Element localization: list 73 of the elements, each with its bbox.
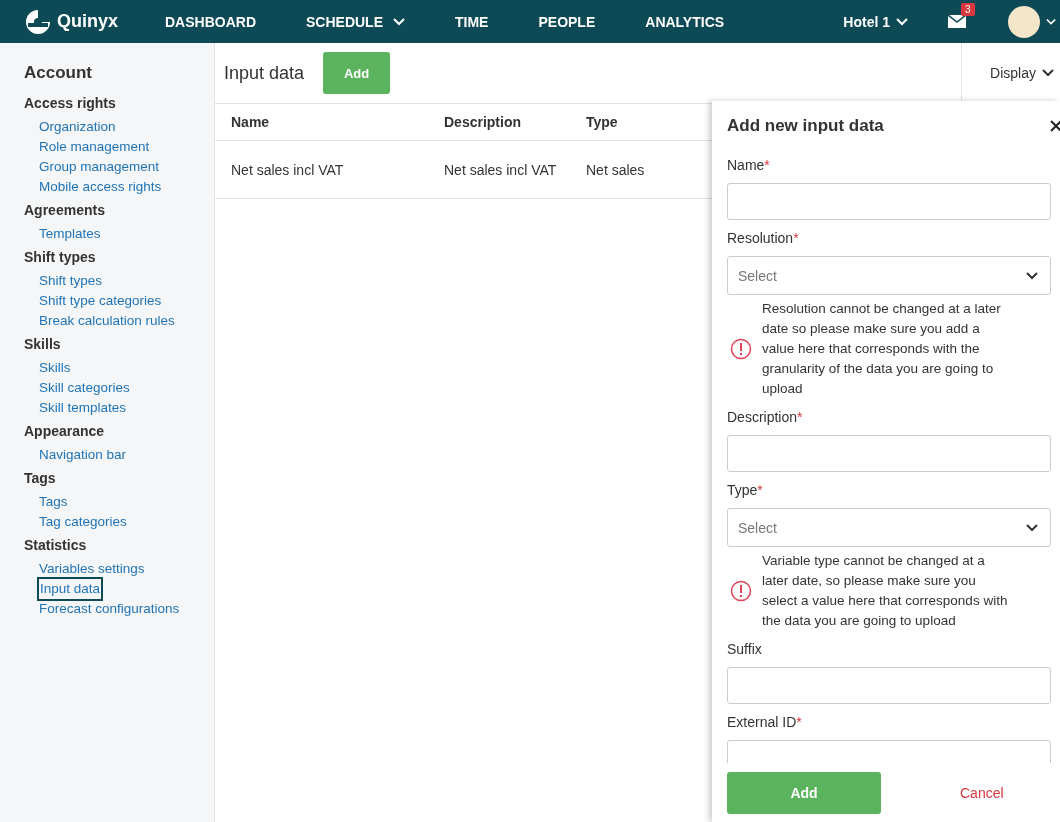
field-label: Suffix: [727, 641, 762, 657]
field-label: Resolution: [727, 230, 794, 246]
section-heading: Tags: [24, 470, 56, 486]
section-heading: Skills: [24, 336, 61, 352]
nav-link[interactable]: PEOPLE: [538, 13, 596, 30]
required-mark: *: [796, 714, 802, 730]
table-cell-text: Net sales: [585, 161, 646, 178]
logo-icon: [25, 8, 51, 35]
input-field[interactable]: [727, 435, 1051, 472]
sidebar-link[interactable]: Skill templates: [39, 398, 127, 418]
section-heading: Shift types: [24, 249, 96, 265]
warning-text: Variable type cannot be changed at a later date, so please make sure you select a value here that corresponds with the data you are going to upload: [762, 552, 1009, 630]
cancel-link[interactable]: Cancel: [960, 785, 1004, 801]
nav-link[interactable]: ANALYTICS: [645, 13, 725, 30]
page-title: Input data: [224, 62, 305, 84]
close-icon[interactable]: [1050, 120, 1060, 132]
sidebar-link[interactable]: Shift types: [39, 271, 103, 291]
sidebar-link[interactable]: Organization: [39, 117, 116, 137]
brand-name: Quinyx: [57, 11, 118, 32]
chevron-icon: [1026, 523, 1038, 532]
section-heading: Statistics: [24, 537, 87, 553]
add-button[interactable]: Add: [323, 52, 391, 94]
sidebar-title: Account: [24, 63, 93, 83]
section-heading: Access rights: [24, 95, 116, 111]
field-label: Description: [727, 409, 798, 425]
required-mark: *: [797, 409, 803, 425]
column-header: Type: [585, 114, 619, 130]
sidebar-link[interactable]: Break calculation rules: [39, 311, 175, 331]
chevron-icon: [1042, 69, 1054, 77]
sidebar-link[interactable]: Skills: [39, 358, 71, 378]
column-header: Description: [443, 114, 522, 130]
nav-link[interactable]: SCHEDULE: [306, 13, 405, 30]
chevron-icon: [1026, 271, 1038, 280]
sidebar-link[interactable]: Shift type categories: [39, 291, 162, 311]
sidebar-link[interactable]: Tag categories: [39, 512, 127, 532]
add-button[interactable]: Add: [727, 772, 881, 814]
panel-title: Add new input data: [727, 116, 884, 136]
sidebar-link[interactable]: Variables settings: [39, 559, 145, 579]
chevron-icon: [896, 17, 908, 26]
sidebar-link[interactable]: Templates: [39, 224, 101, 244]
sidebar-link[interactable]: Role management: [39, 137, 150, 157]
required-mark: *: [757, 482, 763, 498]
warning-icon: [730, 580, 752, 602]
input-field[interactable]: [727, 183, 1051, 220]
warning-icon: [730, 338, 752, 360]
select-dropdown[interactable]: Select: [727, 508, 1051, 547]
notification-badge: 3: [961, 3, 975, 16]
sidebar-link[interactable]: Input data: [39, 579, 102, 599]
avatar[interactable]: [1008, 5, 1040, 38]
sidebar-link[interactable]: Group management: [39, 157, 160, 177]
column-header: Name: [230, 114, 271, 130]
sidebar-link[interactable]: Mobile access rights: [39, 177, 162, 197]
select-dropdown[interactable]: Select: [727, 256, 1051, 295]
required-mark: *: [793, 230, 799, 246]
mail-icon[interactable]: [948, 15, 966, 28]
required-mark: *: [764, 157, 770, 173]
sidebar-link[interactable]: Tags: [39, 492, 68, 512]
nav-link[interactable]: DASHBOARD: [165, 13, 256, 30]
input-field[interactable]: [727, 667, 1051, 704]
nav-link[interactable]: TIME: [455, 13, 489, 30]
unit-selector[interactable]: Hotel 1: [843, 13, 908, 30]
field-label: External ID: [727, 714, 797, 730]
table-cell-text: Net sales incl VAT: [230, 161, 345, 178]
warning-text: Resolution cannot be changed at a later date so please make sure you add a value here that corresponds with the granularity of the data you are going to upload: [762, 300, 1002, 398]
sidebar-link[interactable]: Navigation bar: [39, 445, 127, 465]
sidebar-link[interactable]: Skill categories: [39, 378, 130, 398]
field-label: Name: [727, 157, 765, 173]
section-heading: Agreements: [24, 202, 105, 218]
field-label: Type: [727, 482, 758, 498]
sidebar-link[interactable]: Forecast configurations: [39, 599, 180, 619]
table-cell-text: Net sales incl VAT: [443, 161, 558, 178]
chevron-icon[interactable]: [1046, 17, 1056, 26]
section-heading: Appearance: [24, 423, 105, 439]
